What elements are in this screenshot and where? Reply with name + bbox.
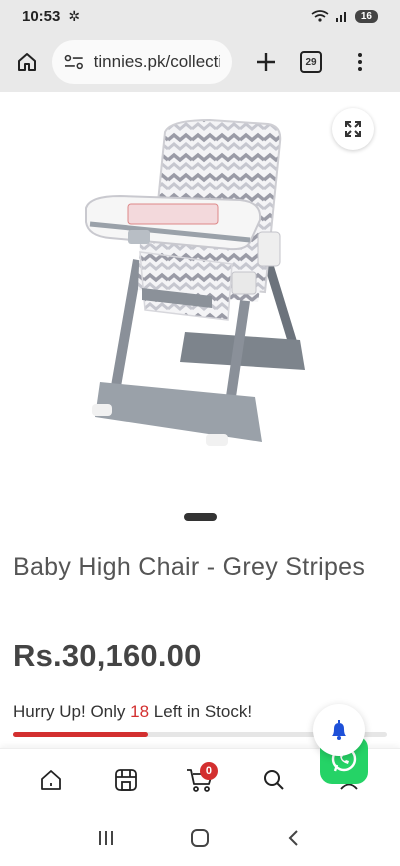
stock-suffix: Left in Stock! [149, 702, 253, 721]
wifi-icon [311, 10, 329, 22]
carousel-indicator[interactable] [184, 513, 217, 521]
nav-shop[interactable] [106, 760, 146, 800]
menu-dot [358, 67, 362, 71]
clock: 10:53 [22, 7, 61, 25]
browser-toolbar: tinnies.pk/collecti 29 [0, 32, 400, 92]
recent-apps-icon[interactable] [96, 828, 116, 848]
cart-count-badge: 0 [199, 761, 218, 780]
bell-icon [332, 720, 346, 740]
product-image[interactable] [0, 92, 400, 502]
browser-home-button[interactable] [8, 43, 46, 81]
home-icon [18, 53, 36, 71]
system-home-icon[interactable] [189, 827, 211, 849]
menu-dot [358, 53, 362, 57]
nav-home[interactable] [31, 760, 71, 800]
notification-button[interactable] [313, 704, 365, 756]
battery-indicator: 16 [354, 9, 378, 23]
nav-cart[interactable]: 0 [180, 760, 220, 800]
expand-icon [345, 121, 361, 137]
plus-icon [257, 53, 275, 71]
stock-count: 18 [130, 702, 150, 721]
stock-message: Hurry Up! Only 18 Left in Stock! [13, 702, 252, 722]
site-settings-icon[interactable] [64, 54, 84, 70]
pinwheel-icon: ✲ [68, 7, 81, 24]
store-icon [114, 768, 137, 791]
url-text[interactable]: tinnies.pk/collecti [94, 52, 220, 72]
product-price: Rs.30,160.00 [13, 638, 202, 673]
stock-progress-fill [13, 732, 148, 737]
high-chair-image [85, 118, 305, 446]
stock-prefix: Hurry Up! Only [13, 702, 131, 721]
menu-dot [358, 60, 362, 64]
signal-icon [335, 12, 346, 22]
fullscreen-button[interactable] [332, 108, 374, 150]
product-title: Baby High Chair - Grey Stripes [13, 553, 366, 581]
tab-switcher-button[interactable]: 29 [300, 51, 322, 73]
search-icon [264, 769, 285, 790]
home-icon [41, 769, 62, 790]
status-icons: 16 [311, 9, 378, 23]
nav-search[interactable] [254, 760, 294, 800]
address-bar[interactable]: tinnies.pk/collecti [52, 40, 232, 84]
back-icon[interactable] [284, 828, 304, 848]
new-tab-button[interactable] [248, 44, 284, 80]
status-bar: 10:53 ✲ 16 [0, 0, 400, 32]
browser-menu-button[interactable] [350, 47, 370, 77]
system-nav-bar [0, 810, 400, 866]
